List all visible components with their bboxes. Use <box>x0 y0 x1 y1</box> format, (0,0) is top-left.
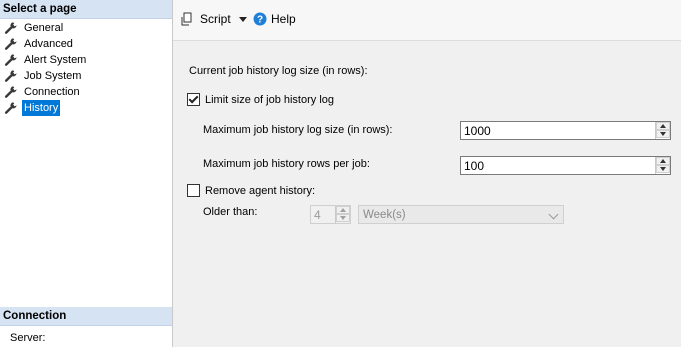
connection-header: Connection <box>0 307 172 326</box>
limit-size-checkbox[interactable] <box>187 93 200 106</box>
script-button[interactable]: Script <box>181 12 247 26</box>
page-item-job-system[interactable]: Job System <box>0 68 172 84</box>
older-than-value: 4 <box>314 208 321 222</box>
wrench-icon <box>4 22 17 34</box>
page-selector-pane: Select a page General Advanced Alert Sys… <box>0 0 173 347</box>
help-label: Help <box>271 12 296 26</box>
page-item-label: Alert System <box>24 54 87 66</box>
chevron-down-icon[interactable] <box>238 16 247 22</box>
page-item-general[interactable]: General <box>0 20 172 36</box>
help-icon: ? <box>253 12 267 26</box>
page-item-connection[interactable]: Connection <box>0 84 172 100</box>
limit-size-label: Limit size of job history log <box>205 94 334 106</box>
spin-down-button[interactable] <box>656 165 670 173</box>
wrench-icon <box>4 70 17 82</box>
spin-down-button[interactable] <box>656 130 670 138</box>
max-rows-per-job-label: Maximum job history rows per job: <box>203 158 370 170</box>
script-label: Script <box>200 12 231 26</box>
max-rows-per-job-value: 100 <box>464 159 485 173</box>
spin-down-button[interactable] <box>336 214 350 222</box>
older-than-unit-value: Week(s) <box>363 209 406 221</box>
chevron-down-icon <box>548 209 559 220</box>
help-button[interactable]: ? Help <box>253 12 296 26</box>
spin-up-button[interactable] <box>656 122 670 130</box>
page-item-history[interactable]: History <box>0 100 172 116</box>
page-list: General Advanced Alert System Job System… <box>0 19 172 116</box>
page-item-label: History <box>22 100 61 116</box>
spin-up-button[interactable] <box>656 157 670 165</box>
wrench-icon <box>4 54 17 66</box>
server-label: Server: <box>10 332 46 344</box>
max-log-size-value: 1000 <box>464 124 491 138</box>
max-log-size-spinner[interactable]: 1000 <box>460 121 671 140</box>
connection-section: Connection Server: <box>0 307 172 344</box>
page-item-advanced[interactable]: Advanced <box>0 36 172 52</box>
remove-agent-history-checkbox[interactable] <box>187 184 200 197</box>
page-item-label: Connection <box>24 86 80 98</box>
svg-text:?: ? <box>257 15 263 26</box>
wrench-icon <box>4 102 17 114</box>
script-icon <box>181 12 192 26</box>
toolbar: Script ? Help <box>173 0 681 41</box>
wrench-icon <box>4 38 17 50</box>
spin-up-button[interactable] <box>336 206 350 214</box>
remove-agent-history-label: Remove agent history: <box>205 185 316 197</box>
max-log-size-label: Maximum job history log size (in rows): <box>203 124 393 136</box>
wrench-icon <box>4 86 17 98</box>
page-item-label: Advanced <box>24 38 73 50</box>
page-item-label: Job System <box>24 70 82 82</box>
section-label: Current job history log size (in rows): <box>189 65 368 77</box>
older-than-label: Older than: <box>203 206 258 218</box>
older-than-unit-dropdown[interactable]: Week(s) <box>358 205 564 224</box>
select-page-header: Select a page <box>0 0 172 19</box>
history-page: Current job history log size (in rows): … <box>173 41 681 347</box>
page-item-label: General <box>24 22 64 34</box>
max-rows-per-job-spinner[interactable]: 100 <box>460 156 671 175</box>
older-than-spinner[interactable]: 4 <box>310 205 351 224</box>
page-item-alert-system[interactable]: Alert System <box>0 52 172 68</box>
